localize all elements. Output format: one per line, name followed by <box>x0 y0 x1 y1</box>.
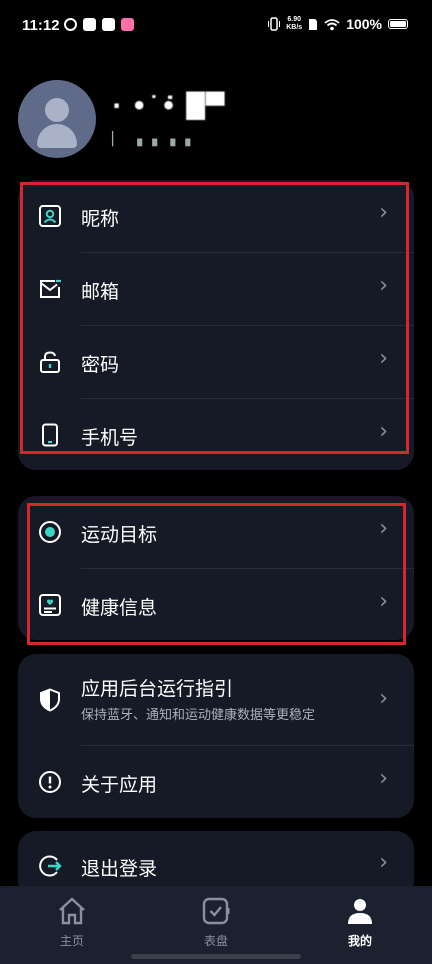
about-app-row[interactable]: 关于应用 › <box>18 746 414 818</box>
chevron-right-icon: › <box>379 200 388 225</box>
chevron-right-icon: › <box>379 850 388 875</box>
background-guide-sublabel: 保持蓝牙、通知和运动健康数据等更稳定 <box>81 708 316 723</box>
chevron-right-icon: › <box>379 686 388 711</box>
notification-icons <box>64 18 134 31</box>
nickname-row[interactable]: 昵称 › <box>18 180 414 252</box>
pink-app-notification-icon <box>121 18 134 31</box>
lock-icon <box>38 350 62 374</box>
email-label: 邮箱 <box>81 281 120 303</box>
avatar-body <box>37 124 77 148</box>
phone-label: 手机号 <box>81 427 139 449</box>
vibrate-icon <box>268 17 281 31</box>
tab-mine-label: 我的 <box>347 934 372 948</box>
net-speed-value: 6.90 <box>287 16 302 23</box>
email-row[interactable]: 邮箱 › <box>18 253 414 325</box>
chevron-right-icon: › <box>379 419 388 444</box>
chevron-right-icon: › <box>379 346 388 371</box>
watch-face-icon <box>202 897 230 925</box>
tab-watch-face-label: 表盘 <box>203 934 228 948</box>
target-icon <box>38 520 62 544</box>
cat-app-notification-icon <box>102 18 115 31</box>
profile-card-icon <box>38 204 62 228</box>
sim-card-icon <box>309 18 318 30</box>
chevron-right-icon: › <box>379 516 388 541</box>
tab-home-label: 主页 <box>59 934 84 948</box>
account-card: 昵称 › 邮箱 › 密码 › 手机号 › <box>18 180 414 470</box>
battery-icon <box>388 19 408 29</box>
exercise-goal-row[interactable]: 运动目标 › <box>18 496 414 568</box>
home-indicator[interactable] <box>131 954 301 959</box>
background-guide-row[interactable]: 应用后台运行指引 保持蓝牙、通知和运动健康数据等更稳定 › <box>18 654 414 745</box>
battery-percent: 100% <box>346 16 382 32</box>
net-speed-unit: KB/s <box>286 24 303 31</box>
shield-icon <box>38 688 62 712</box>
wifi-icon <box>324 18 340 30</box>
health-card: 运动目标 › 健康信息 › <box>18 496 414 640</box>
phone-icon <box>38 423 62 447</box>
password-label: 密码 <box>81 354 120 376</box>
chevron-right-icon: › <box>379 589 388 614</box>
message-notification-icon <box>83 18 96 31</box>
nickname-label: 昵称 <box>81 208 120 230</box>
chevron-right-icon: › <box>379 273 388 298</box>
logout-label: 退出登录 <box>81 858 158 880</box>
exercise-goal-label: 运动目标 <box>81 524 158 546</box>
health-info-row[interactable]: 健康信息 › <box>18 569 414 640</box>
status-bar: 11:12 6.90 KB/s 100% <box>0 0 432 52</box>
app-notification-icon <box>64 18 77 31</box>
home-icon <box>59 897 85 925</box>
person-icon <box>348 899 372 924</box>
tab-home[interactable]: 主页 <box>0 886 144 964</box>
password-row[interactable]: 密码 › <box>18 326 414 398</box>
about-app-label: 关于应用 <box>81 774 158 796</box>
profile-header[interactable]: · •˙•̇ █▀ ▏ ▗ ▖▗ ▖ <box>18 80 418 162</box>
app-card: 应用后台运行指引 保持蓝牙、通知和运动健康数据等更稳定 › 关于应用 › <box>18 654 414 818</box>
net-speed: 6.90 KB/s <box>286 16 302 32</box>
phone-row[interactable]: 手机号 › <box>18 399 414 470</box>
tab-mine[interactable]: 我的 <box>288 886 432 964</box>
chevron-right-icon: › <box>379 766 388 791</box>
bottom-tab-bar: 主页 表盘 我的 <box>0 886 432 964</box>
tab-watch-face[interactable]: 表盘 <box>144 886 288 964</box>
health-info-icon <box>38 593 62 617</box>
health-info-label: 健康信息 <box>81 597 158 619</box>
mail-icon <box>38 277 62 301</box>
avatar[interactable] <box>18 80 96 158</box>
status-right: 6.90 KB/s 100% <box>268 16 408 32</box>
background-guide-label: 应用后台运行指引 <box>81 678 234 700</box>
user-id: ▏ ▗ ▖▗ ▖ <box>112 132 199 147</box>
username: · •˙•̇ █▀ <box>112 92 226 120</box>
status-time: 11:12 <box>22 17 60 34</box>
info-icon <box>38 770 62 794</box>
logout-icon <box>38 854 62 878</box>
avatar-head <box>45 98 69 122</box>
